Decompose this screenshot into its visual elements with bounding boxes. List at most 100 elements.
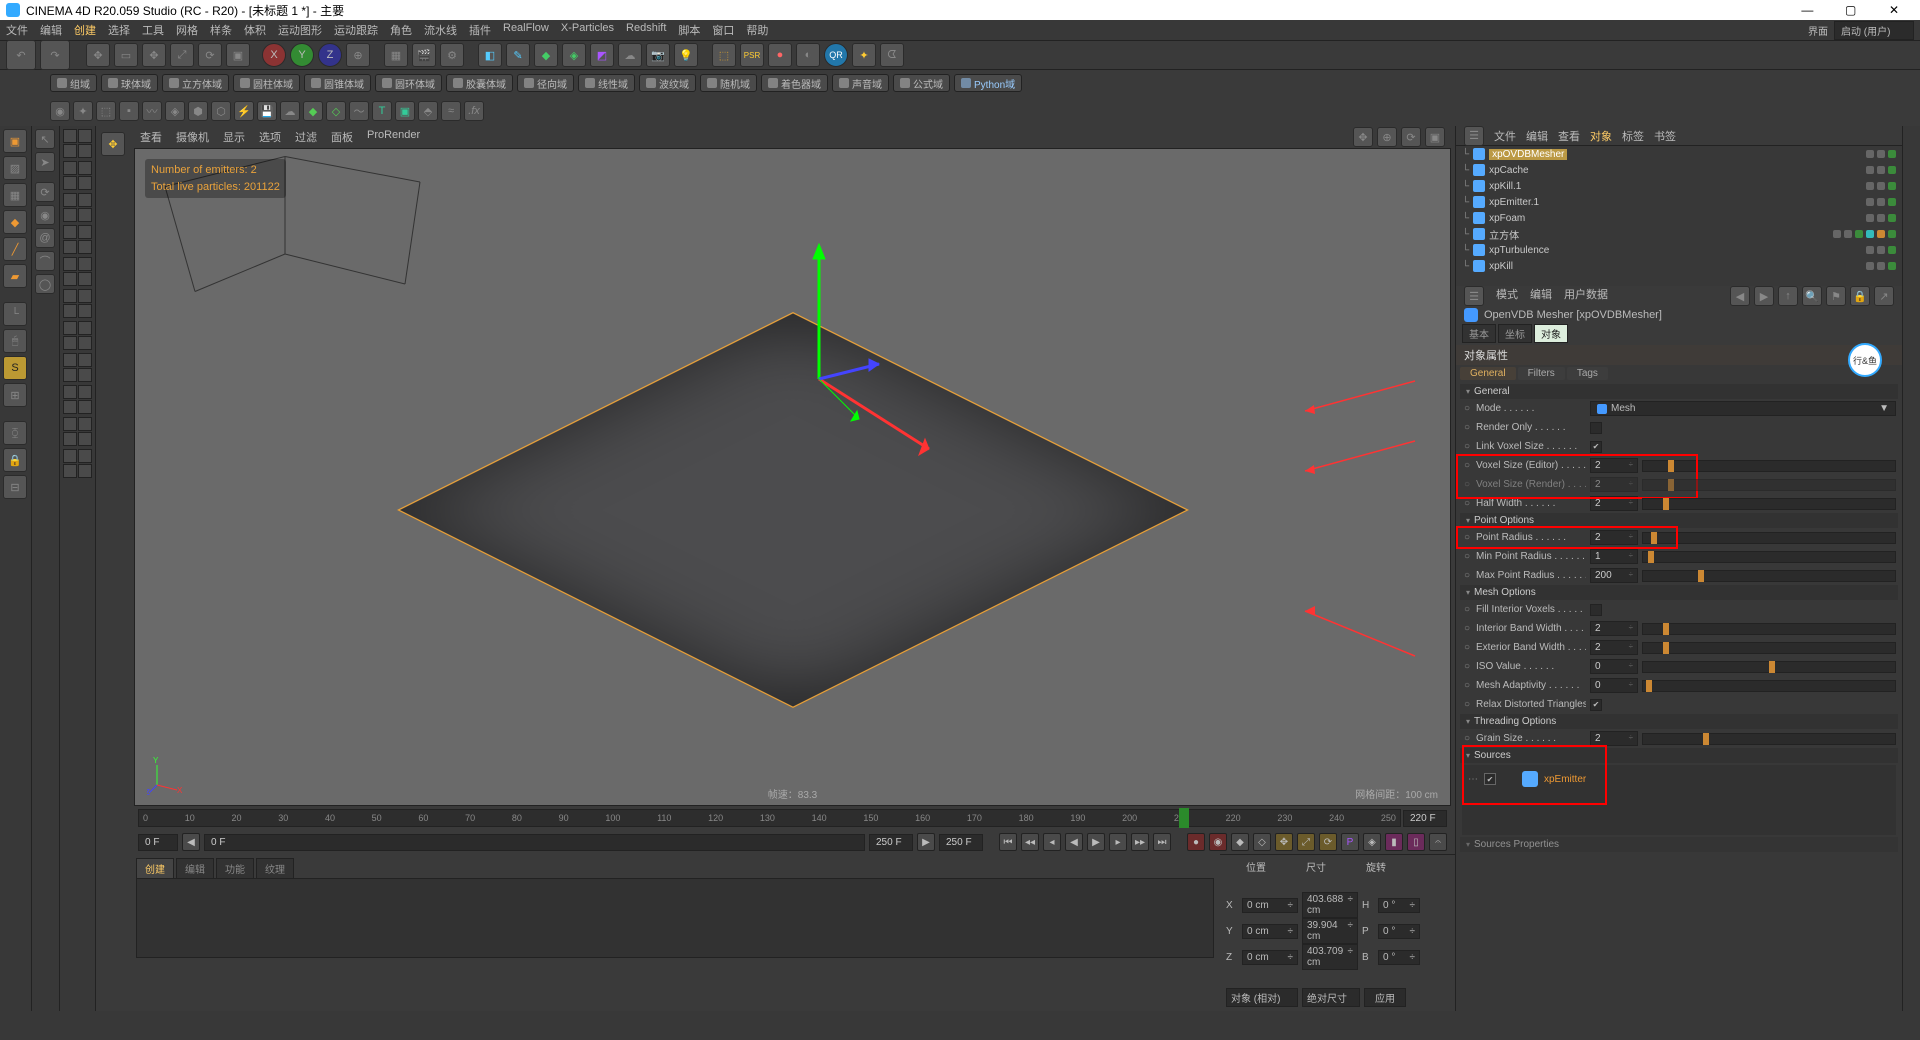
timeline[interactable]: 0102030405060708090100110120130140150160… bbox=[130, 806, 1455, 830]
hier-立方体[interactable]: └立方体 bbox=[1456, 226, 1902, 242]
menu-选择[interactable]: 选择 bbox=[108, 22, 130, 38]
field-3[interactable]: 圆柱体域 bbox=[233, 74, 300, 92]
size-Y[interactable]: 39.904 cm÷ bbox=[1302, 918, 1358, 944]
subtab-基本[interactable]: 基本 bbox=[1462, 324, 1496, 343]
xp-wind-icon[interactable]: ≈ bbox=[441, 101, 461, 121]
toggle2-icon[interactable]: ◐ bbox=[796, 43, 820, 67]
range-end[interactable]: 250 F bbox=[869, 834, 913, 851]
xp-trail-icon[interactable]: 〰 bbox=[142, 101, 162, 121]
rotate-icon[interactable]: ⟳ bbox=[198, 43, 222, 67]
menu-角色[interactable]: 角色 bbox=[390, 22, 412, 38]
group-General[interactable]: General bbox=[1460, 384, 1898, 399]
go-start-icon[interactable]: ◀ bbox=[182, 833, 200, 851]
menu-Redshift[interactable]: Redshift bbox=[626, 22, 666, 38]
uv-mode-icon[interactable]: ▦ bbox=[3, 183, 27, 207]
menu-窗口[interactable]: 窗口 bbox=[712, 22, 734, 38]
om-文件[interactable]: 文件 bbox=[1494, 128, 1516, 144]
mat-tab-创建[interactable]: 创建 bbox=[136, 858, 174, 878]
xp-mesh-icon[interactable]: ◆ bbox=[303, 101, 323, 121]
select-live-icon[interactable]: ✥ bbox=[86, 43, 110, 67]
val-Grain Size[interactable]: 2 bbox=[1590, 731, 1638, 746]
frame-start[interactable]: 0 F bbox=[138, 834, 178, 851]
mat-tab-纹理[interactable]: 纹理 bbox=[256, 858, 294, 878]
render-pict-icon[interactable]: 🎬 bbox=[412, 43, 436, 67]
field-12[interactable]: 声音域 bbox=[832, 74, 889, 92]
select-rect-icon[interactable]: ▭ bbox=[114, 43, 138, 67]
generator-icon[interactable]: ◈ bbox=[562, 43, 586, 67]
source-item[interactable]: ⋯✔xpEmitter bbox=[1468, 771, 1890, 787]
slider-Interior Band Width[interactable] bbox=[1642, 623, 1896, 635]
rot-P[interactable]: 0 °÷ bbox=[1378, 924, 1420, 939]
autokey-icon[interactable]: ◉ bbox=[1209, 833, 1227, 851]
menu-帮助[interactable]: 帮助 bbox=[746, 22, 768, 38]
source-chk[interactable]: ✔ bbox=[1484, 773, 1496, 785]
render-settings-icon[interactable]: ⚙ bbox=[440, 43, 464, 67]
marker-icon[interactable]: ▮ bbox=[1385, 833, 1403, 851]
xp-vol-icon[interactable]: ☁ bbox=[280, 101, 300, 121]
menu-脚本[interactable]: 脚本 bbox=[678, 22, 700, 38]
next-key-icon[interactable]: ▸▸ bbox=[1131, 833, 1149, 851]
workplane-icon[interactable]: ⊞ bbox=[3, 383, 27, 407]
minimize-button[interactable]: — bbox=[1787, 3, 1827, 17]
attr-new-icon[interactable]: ↗ bbox=[1874, 286, 1894, 306]
field-8[interactable]: 线性域 bbox=[578, 74, 635, 92]
om-icon[interactable]: ☰ bbox=[1464, 126, 1484, 146]
menu-插件[interactable]: 插件 bbox=[469, 22, 491, 38]
stab-Tags[interactable]: Tags bbox=[1567, 367, 1608, 380]
subtab-对象[interactable]: 对象 bbox=[1534, 324, 1568, 343]
axis-x-icon[interactable]: X bbox=[262, 43, 286, 67]
magnet-icon[interactable]: ⧲ bbox=[3, 421, 27, 445]
field-4[interactable]: 圆锥体域 bbox=[304, 74, 371, 92]
xp-emitter-icon[interactable]: ✦ bbox=[73, 101, 93, 121]
undo-icon[interactable]: ↶ bbox=[6, 40, 36, 70]
prev-frame-icon[interactable]: ◂ bbox=[1043, 833, 1061, 851]
om-标签[interactable]: 标签 bbox=[1622, 128, 1644, 144]
edge-mode-icon[interactable]: ╱ bbox=[3, 237, 27, 261]
camera-icon[interactable]: 📷 bbox=[646, 43, 670, 67]
stab-Filters[interactable]: Filters bbox=[1518, 367, 1565, 380]
stab-General[interactable]: General bbox=[1460, 367, 1516, 380]
val-Voxel Size (Render)[interactable]: 2 bbox=[1590, 477, 1638, 492]
loop-icon[interactable]: ◯ bbox=[35, 274, 55, 294]
attr-menu-mode[interactable]: 模式 bbox=[1496, 286, 1518, 306]
current-frame[interactable]: 220 F bbox=[1403, 810, 1447, 827]
slider-Voxel Size (Editor)[interactable] bbox=[1642, 460, 1896, 472]
chk-Relax Distorted Triangles[interactable]: ✔ bbox=[1590, 699, 1602, 711]
menu-样条[interactable]: 样条 bbox=[210, 22, 232, 38]
chk-Render Only[interactable] bbox=[1590, 422, 1602, 434]
cursor-icon[interactable]: ➤ bbox=[35, 152, 55, 172]
field-2[interactable]: 立方体域 bbox=[162, 74, 229, 92]
hier-xpEmitter.1[interactable]: └xpEmitter.1 bbox=[1456, 194, 1902, 210]
menu-运动跟踪[interactable]: 运动跟踪 bbox=[334, 22, 378, 38]
field-0[interactable]: 组域 bbox=[50, 74, 97, 92]
mat-tab-编辑[interactable]: 编辑 bbox=[176, 858, 214, 878]
axis-mode-icon[interactable]: └ bbox=[3, 302, 27, 326]
environment-icon[interactable]: ☁ bbox=[618, 43, 642, 67]
key-pla-icon[interactable]: ◈ bbox=[1363, 833, 1381, 851]
scale-icon[interactable]: ⤢ bbox=[170, 43, 194, 67]
slider-Exterior Band Width[interactable] bbox=[1642, 642, 1896, 654]
val-Mesh Adaptivity[interactable]: 0 bbox=[1590, 678, 1638, 693]
play-back-icon[interactable]: ◀ bbox=[1065, 833, 1083, 851]
prev-key-icon[interactable]: ◂◂ bbox=[1021, 833, 1039, 851]
attr-menu-edit[interactable]: 编辑 bbox=[1530, 286, 1552, 306]
attr-fwd-icon[interactable]: ▶ bbox=[1754, 286, 1774, 306]
coord-apply[interactable]: 应用 bbox=[1364, 988, 1406, 1007]
vp-menu-显示[interactable]: 显示 bbox=[223, 129, 245, 145]
attr-lock-icon[interactable]: 🔒 bbox=[1850, 286, 1870, 306]
key-pos-icon[interactable]: ✥ bbox=[1275, 833, 1293, 851]
rot-B[interactable]: 0 °÷ bbox=[1378, 950, 1420, 965]
point-mode-icon[interactable]: ◆ bbox=[3, 210, 27, 234]
coord-sys-icon[interactable]: ⊕ bbox=[346, 43, 370, 67]
slider-Mesh Adaptivity[interactable] bbox=[1642, 680, 1896, 692]
xp-system-icon[interactable]: ◉ bbox=[50, 101, 70, 121]
val-Interior Band Width[interactable]: 2 bbox=[1590, 621, 1638, 636]
play-icon[interactable]: ▶ bbox=[1087, 833, 1105, 851]
key-icon[interactable]: ◇ bbox=[1253, 833, 1271, 851]
key-param-icon[interactable]: P bbox=[1341, 833, 1359, 851]
vp-max-icon[interactable]: ▣ bbox=[1425, 127, 1445, 147]
texture-mode-icon[interactable]: ▨ bbox=[3, 156, 27, 180]
layout-select[interactable]: 启动 (用户) bbox=[1834, 21, 1914, 40]
poly-mode-icon[interactable]: ▰ bbox=[3, 264, 27, 288]
val-Voxel Size (Editor)[interactable]: 2 bbox=[1590, 458, 1638, 473]
